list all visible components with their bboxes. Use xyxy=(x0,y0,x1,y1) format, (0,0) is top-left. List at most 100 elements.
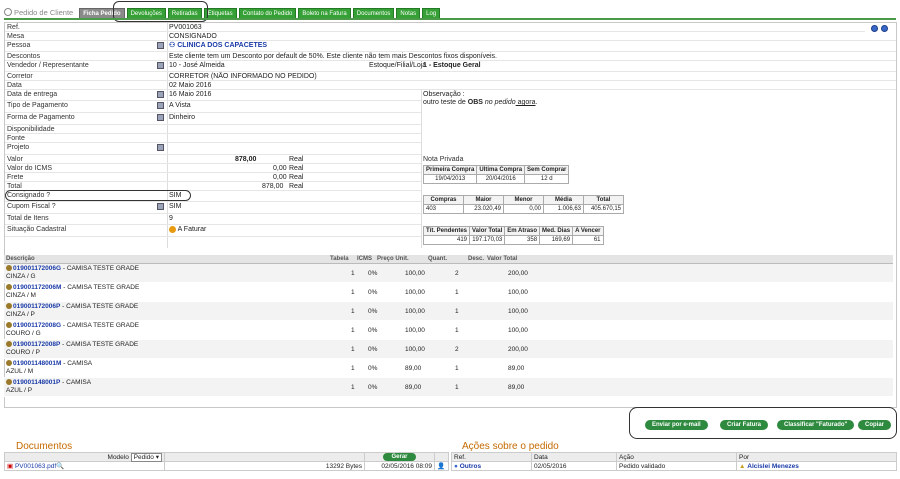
prev-arrow-icon[interactable] xyxy=(871,25,878,32)
item-name: - CAMISA TESTE GRADE xyxy=(61,265,139,272)
tab-contato[interactable]: Contato do Pedido xyxy=(238,8,297,18)
item-tabela: 1 xyxy=(351,289,355,296)
col-icms: ICMS xyxy=(357,256,372,262)
item-name: - CAMISA TESTE GRADE xyxy=(60,303,139,310)
nota-label: Nota Privada xyxy=(423,156,464,163)
table-row: 019001172006G - CAMISA TESTE GRADE CINZA … xyxy=(4,264,893,283)
item-preco: 89,00 xyxy=(405,384,422,391)
classify-invoiced-button[interactable]: Classificar "Faturado" xyxy=(777,420,855,430)
purchase-stats-table: Compras Maior Menor Média Total 403 23.020,49… xyxy=(423,195,624,214)
item-code-link[interactable]: 019001172006M xyxy=(13,284,61,291)
pdf-file-link[interactable]: PV001063.pdf xyxy=(15,463,56,470)
tab-notas[interactable]: Notas xyxy=(396,8,421,18)
cupom-value: SIM xyxy=(169,203,182,210)
preview-icon[interactable]: 🔍 xyxy=(56,463,64,470)
total-itens-label: Total de Itens xyxy=(7,215,49,222)
generate-button[interactable]: Gerar xyxy=(383,453,416,461)
tab-documentos[interactable]: Documentos xyxy=(352,8,395,18)
edit-tipo-pag-icon[interactable] xyxy=(157,102,164,109)
tab-devolucoes[interactable]: Devoluções xyxy=(126,8,166,18)
tab-boleto[interactable]: Boleto na Fatura xyxy=(298,8,351,18)
docs-file-cell: ▣ PV001063.pdf🔍 xyxy=(4,461,165,471)
edit-forma-pag-icon[interactable] xyxy=(157,114,164,121)
acoes-user-link[interactable]: Alcislei Menezes xyxy=(747,463,799,470)
data-value: 02 Maio 2016 xyxy=(169,82,212,89)
ref-value: PV001063 xyxy=(169,24,202,31)
send-email-button[interactable]: Enviar por e-mail xyxy=(645,420,708,430)
t3-h2: Em Atraso xyxy=(504,226,541,236)
ref-label: Ref. xyxy=(7,24,20,31)
t2-c3: 1.006,63 xyxy=(543,204,584,214)
receivables-table: Tít. Pendentes Valor Total Em Atraso Med. D… xyxy=(422,226,604,245)
tab-underline xyxy=(4,18,896,20)
col-quant: Quant. xyxy=(428,256,447,262)
docs-gerar-cell: Gerar xyxy=(364,452,435,462)
tab-ficha-pedido[interactable]: Ficha Pedido xyxy=(79,8,125,18)
item-variant: CINZA / M xyxy=(6,292,36,299)
vendedor-label: Vendedor / Representante xyxy=(7,62,89,69)
tipo-pag-label: Tipo de Pagamento xyxy=(7,102,68,109)
col-desc: Desc. xyxy=(468,256,485,262)
edit-cupom-icon[interactable] xyxy=(157,203,164,210)
edit-pessoa-icon[interactable] xyxy=(157,42,164,49)
tab-etiquetas[interactable]: Etiquetas xyxy=(203,8,237,18)
col-preco: Preço Unit. xyxy=(377,256,409,262)
edit-projeto-icon[interactable] xyxy=(157,144,164,151)
edit-vendedor-icon[interactable] xyxy=(157,62,164,69)
item-name: - CAMISA xyxy=(61,360,93,367)
item-code-link[interactable]: 019001148001M xyxy=(13,360,61,367)
user-icon: 👤 xyxy=(437,463,446,470)
t2-h1: Maior xyxy=(463,195,504,205)
item-icms: 0% xyxy=(368,384,378,391)
item-total: 100,00 xyxy=(508,327,528,334)
cupom-label: Cupom Fiscal ? xyxy=(7,203,56,210)
estoque-label: Estoque/Filial/Loja xyxy=(369,62,427,69)
item-code-link[interactable]: 019001172006G xyxy=(13,265,61,272)
copy-button[interactable]: Copiar xyxy=(858,420,892,430)
corretor-value: CORRETOR (NÃO INFORMADO NO PEDIDO) xyxy=(169,73,317,80)
table-row: 019001172008G - CAMISA TESTE GRADE COURO … xyxy=(4,321,893,340)
item-code-link[interactable]: 019001148001P xyxy=(13,379,60,386)
forma-pag-value: Dinheiro xyxy=(169,114,196,121)
tab-log[interactable]: Log xyxy=(422,8,441,18)
item-icms: 0% xyxy=(368,346,378,353)
column-divider xyxy=(421,90,422,248)
total-label: Total xyxy=(7,183,22,190)
t2-h4: Total xyxy=(583,195,624,205)
t2-c1: 23.020,49 xyxy=(463,204,504,214)
item-code-link[interactable]: 019001172008P xyxy=(13,341,60,348)
items-header: Descrição Tabela ICMS Preço Unit. Quant.… xyxy=(4,255,893,264)
item-tabela: 1 xyxy=(351,384,355,391)
acoes-ref-link[interactable]: Outros xyxy=(460,463,481,470)
create-invoice-button[interactable]: Criar Fatura xyxy=(720,420,769,430)
acoes-h1: Data xyxy=(531,452,617,462)
docs-blank-cell-2 xyxy=(434,452,449,462)
situacao-value: A Faturar xyxy=(169,225,206,234)
obs-text-f: . xyxy=(535,99,538,106)
item-icms: 0% xyxy=(368,327,378,334)
pdf-icon: ▣ xyxy=(7,463,14,470)
edit-entrega-icon[interactable] xyxy=(157,91,164,98)
acoes-h0: Ref. xyxy=(451,452,532,462)
valor-label: Valor xyxy=(7,156,23,163)
docs-size: 13292 Bytes xyxy=(164,461,365,471)
item-code-link[interactable]: 019001172006P xyxy=(13,303,60,310)
item-code-link[interactable]: 019001172008G xyxy=(13,322,61,329)
item-qtd: 1 xyxy=(455,384,459,391)
table-row: 019001172008P - CAMISA TESTE GRADE COURO … xyxy=(4,340,893,359)
modelo-select[interactable]: Pedido ▾ xyxy=(130,453,162,462)
item-total: 200,00 xyxy=(508,346,528,353)
tab-retiradas[interactable]: Retiradas xyxy=(167,8,202,18)
valor-unit: Real xyxy=(289,156,304,163)
breadcrumb[interactable]: Pedido de Cliente xyxy=(4,6,73,18)
tipo-pag-value: A Vista xyxy=(169,102,191,109)
col-descricao: Descrição xyxy=(6,256,35,262)
docs-modelo-cell: Modelo Pedido ▾ xyxy=(4,452,165,462)
entrega-label: Data de entrega xyxy=(7,91,58,98)
pessoa-link[interactable]: ⚇ CLINICA DOS CAPACETES xyxy=(169,41,267,50)
next-arrow-icon[interactable] xyxy=(881,25,888,32)
item-tabela: 1 xyxy=(351,365,355,372)
item-name: - CAMISA xyxy=(60,379,92,386)
consignado-label: Consignado ? xyxy=(7,192,51,199)
product-icon xyxy=(6,284,12,291)
